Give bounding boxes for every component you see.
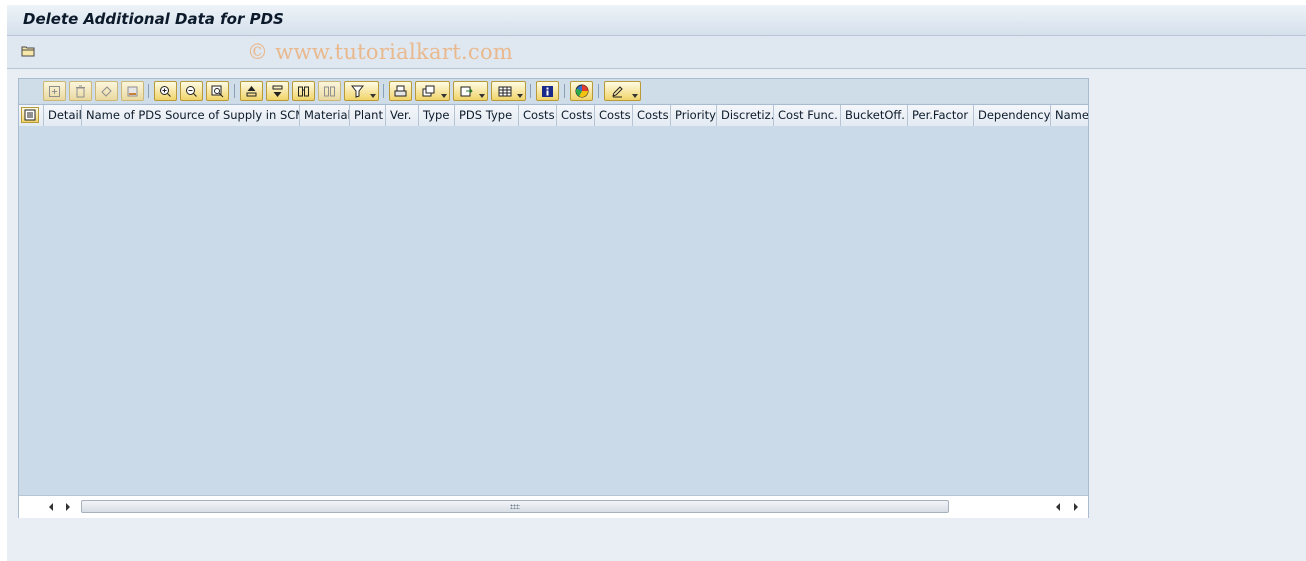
watermark-text: © www.tutorialkart.com [247, 40, 514, 64]
filter-button[interactable] [344, 81, 379, 101]
info-icon [542, 85, 553, 97]
undo-icon [101, 85, 112, 97]
views-button[interactable] [415, 81, 450, 101]
sort-ascending-icon [246, 85, 257, 96]
chevron-down-icon [517, 94, 523, 98]
export-icon [127, 86, 138, 96]
export-dropdown-icon [460, 86, 473, 96]
column-header-costs[interactable]: Costs [594, 105, 632, 126]
scroll-right-end-button[interactable] [1070, 501, 1081, 512]
application-toolbar: © www.tutorialkart.com [7, 36, 1306, 69]
column-header-pds-name[interactable]: Name of PDS Source of Supply in SCM [81, 105, 299, 126]
column-header-plant[interactable]: Plant [349, 105, 385, 126]
toolbar-separator [530, 84, 531, 98]
zoom-out-icon [186, 85, 197, 97]
column-header-detail[interactable]: Detail [43, 105, 81, 126]
binoculars-icon [298, 86, 309, 96]
find-icon [211, 85, 224, 97]
scroll-left-end-button[interactable] [1052, 501, 1063, 512]
column-header-costs[interactable]: Costs [518, 105, 556, 126]
chevron-down-icon [370, 94, 376, 98]
open-folder-icon [21, 46, 35, 57]
edit-icon [612, 85, 623, 97]
select-all-button[interactable] [21, 107, 39, 123]
open-folder-button[interactable] [20, 44, 37, 58]
toolbar-separator [598, 84, 599, 98]
chevron-down-icon [441, 94, 447, 98]
scroll-left-button[interactable] [45, 501, 56, 512]
grid-toolbar [19, 79, 1088, 103]
export-dropdown-button[interactable] [453, 81, 488, 101]
arrow-left-icon [1055, 502, 1060, 511]
table-body [19, 126, 1088, 495]
zoom-out-button[interactable] [180, 81, 203, 101]
print-button[interactable] [389, 81, 412, 101]
select-all-icon [24, 109, 36, 121]
scroll-right-button[interactable] [62, 501, 73, 512]
toolbar-separator [383, 84, 384, 98]
toolbar-separator [234, 84, 235, 98]
graphic-icon [575, 84, 588, 98]
delete-row-icon [76, 85, 85, 97]
toolbar-separator [564, 84, 565, 98]
arrow-right-icon [1073, 502, 1078, 511]
binoculars-button[interactable] [292, 81, 315, 101]
horizontal-scrollbar[interactable] [19, 495, 1088, 518]
export-button[interactable] [121, 81, 144, 101]
column-header-type[interactable]: Type [418, 105, 454, 126]
column-header-cost-function[interactable]: Cost Func. [773, 105, 840, 126]
toolbar-separator [148, 84, 149, 98]
undo-button[interactable] [95, 81, 118, 101]
layout-icon [498, 86, 511, 96]
arrow-left-icon [48, 502, 53, 511]
sort-descending-icon [272, 85, 283, 97]
grip-icon [510, 504, 520, 509]
print-icon [394, 85, 407, 96]
column-header-bucket-offset[interactable]: BucketOff. [840, 105, 907, 126]
column-header-discretization[interactable]: Discretiz. [716, 105, 773, 126]
find-next-icon [324, 86, 335, 96]
chevron-down-icon [479, 94, 485, 98]
delete-row-button[interactable] [69, 81, 92, 101]
sort-descending-button[interactable] [266, 81, 289, 101]
column-header-priority[interactable]: Priority [670, 105, 716, 126]
column-header-costs[interactable]: Costs [632, 105, 670, 126]
chevron-down-icon [632, 94, 638, 98]
find-button[interactable] [206, 81, 229, 101]
column-header-costs[interactable]: Costs [556, 105, 594, 126]
page-title: Delete Additional Data for PDS [23, 10, 284, 28]
filter-icon [351, 85, 364, 98]
column-header-name[interactable]: Name [1050, 105, 1088, 126]
append-row-icon [49, 85, 60, 97]
sort-ascending-button[interactable] [240, 81, 263, 101]
alv-grid: Detail Name of PDS Source of Supply in S… [18, 78, 1089, 518]
column-header-material[interactable]: Material [299, 105, 349, 126]
zoom-in-button[interactable] [154, 81, 177, 101]
title-bar: Delete Additional Data for PDS [7, 5, 1306, 36]
graphic-button[interactable] [570, 81, 593, 101]
layout-button[interactable] [491, 81, 526, 101]
info-button[interactable] [536, 81, 559, 101]
sap-window: Delete Additional Data for PDS © www.tut… [7, 5, 1306, 561]
views-icon [422, 85, 434, 96]
column-header-dependency[interactable]: Dependency [973, 105, 1050, 126]
column-header-pds-type[interactable]: PDS Type [454, 105, 518, 126]
column-header-version[interactable]: Ver. [385, 105, 418, 126]
find-next-button[interactable] [318, 81, 341, 101]
column-header-period-factor[interactable]: Per.Factor [907, 105, 973, 126]
arrow-right-icon [65, 502, 70, 511]
zoom-in-icon [160, 85, 171, 97]
edit-button[interactable] [604, 81, 641, 101]
append-row-button[interactable] [43, 81, 66, 101]
table-header: Detail Name of PDS Source of Supply in S… [19, 104, 1088, 127]
scrollbar-thumb[interactable] [81, 500, 949, 513]
